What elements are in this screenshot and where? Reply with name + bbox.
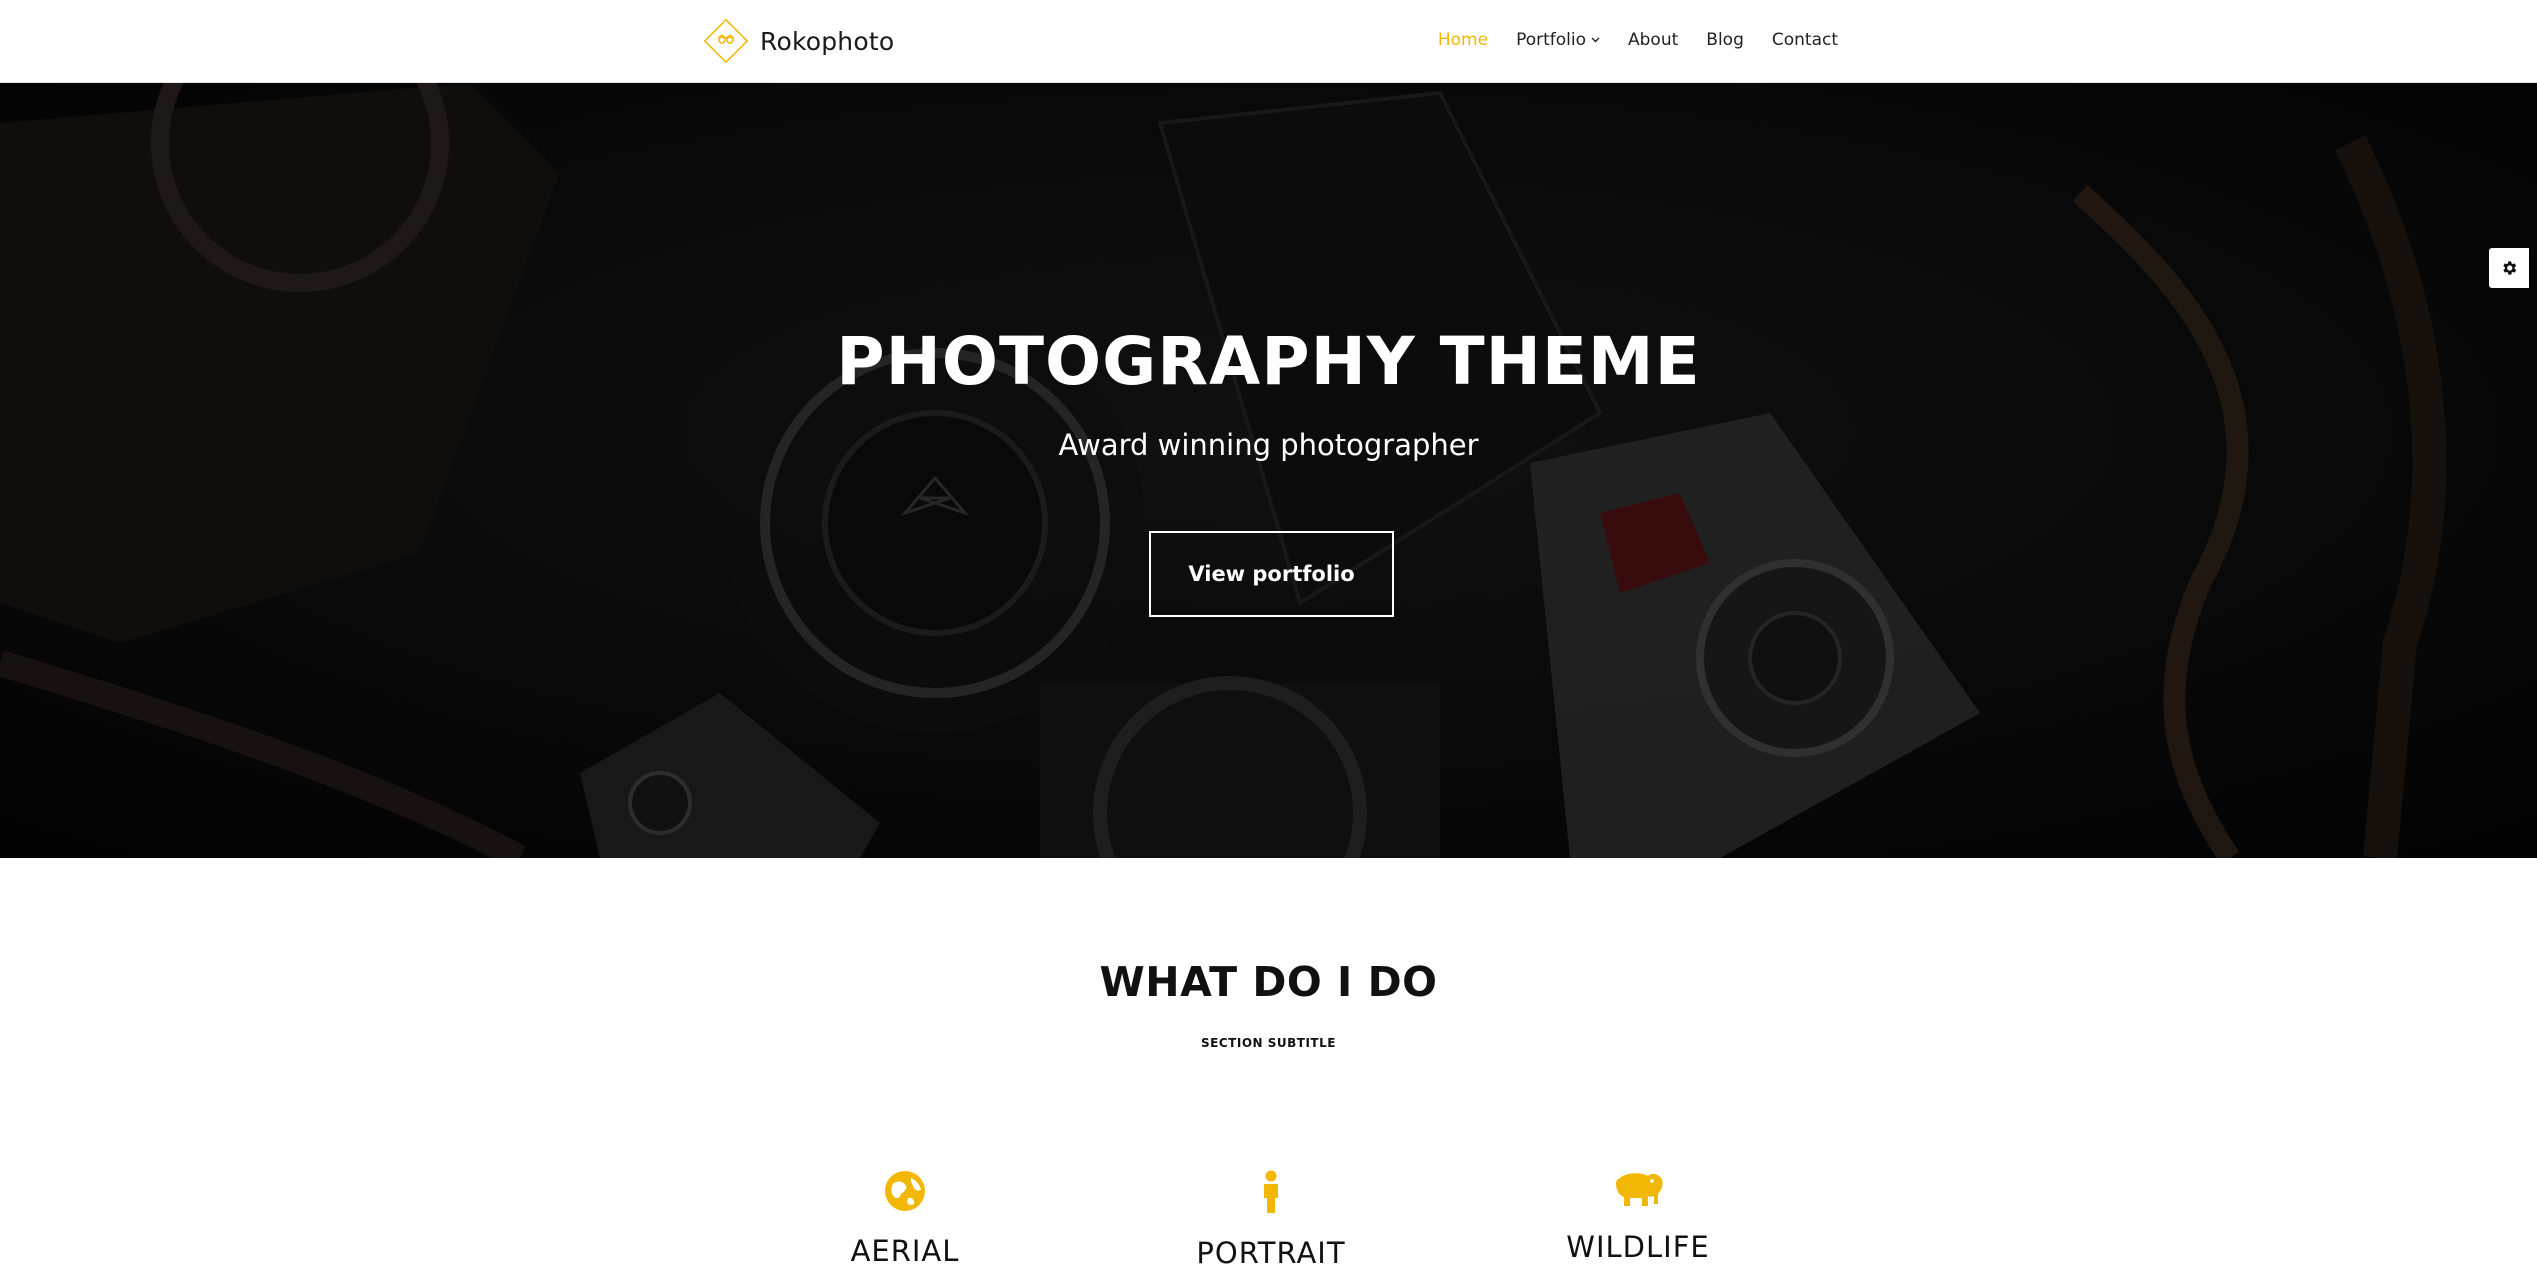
chevron-down-icon [1591, 37, 1600, 43]
settings-toggle-button[interactable] [2489, 248, 2529, 288]
view-portfolio-button[interactable]: View portfolio [1149, 531, 1394, 617]
main-nav: Home Portfolio About Blog Contact [1410, 25, 1838, 55]
service-portrait: PORTRAIT [1121, 1170, 1421, 1270]
nav-item-label: Contact [1771, 30, 1838, 50]
section-title: WHAT DO I DO [1099, 958, 1438, 1006]
nav-item-portfolio[interactable]: Portfolio [1516, 30, 1600, 50]
person-icon [1264, 1170, 1278, 1213]
globe-icon [885, 1171, 925, 1211]
nav-item-label: Portfolio [1516, 30, 1587, 50]
nav-item-label: Blog [1706, 30, 1744, 50]
section-subtitle: SECTION SUBTITLE [1201, 1036, 1336, 1050]
nav-item-blog[interactable]: Blog [1706, 30, 1744, 50]
service-wildlife: WILDLIFE [1488, 1170, 1788, 1264]
nav-item-home[interactable]: Home [1438, 30, 1488, 50]
hero-background-image [0, 83, 2537, 858]
top-navbar: Rokophoto Home Portfolio About Blog Cont… [0, 0, 2537, 83]
service-label: PORTRAIT [1196, 1236, 1346, 1270]
nav-item-label: About [1628, 30, 1679, 50]
hero-subtitle: Award winning photographer [1058, 428, 1479, 462]
nav-item-about[interactable]: About [1628, 30, 1678, 50]
nav-item-contact[interactable]: Contact [1772, 30, 1838, 50]
nav-item-label: Home [1437, 30, 1489, 50]
hero-banner: PHOTOGRAPHY THEME Award winning photogra… [0, 83, 2537, 858]
gear-icon [2503, 261, 2517, 275]
service-label: AERIAL [850, 1234, 960, 1268]
service-label: WILDLIFE [1566, 1230, 1710, 1264]
service-aerial: AERIAL [755, 1170, 1055, 1268]
diamond-logo-icon [703, 18, 749, 64]
hero-title: PHOTOGRAPHY THEME [836, 323, 1701, 400]
brand[interactable]: Rokophoto [700, 15, 894, 67]
brand-name: Rokophoto [760, 26, 895, 56]
elephant-icon [1616, 1173, 1663, 1206]
